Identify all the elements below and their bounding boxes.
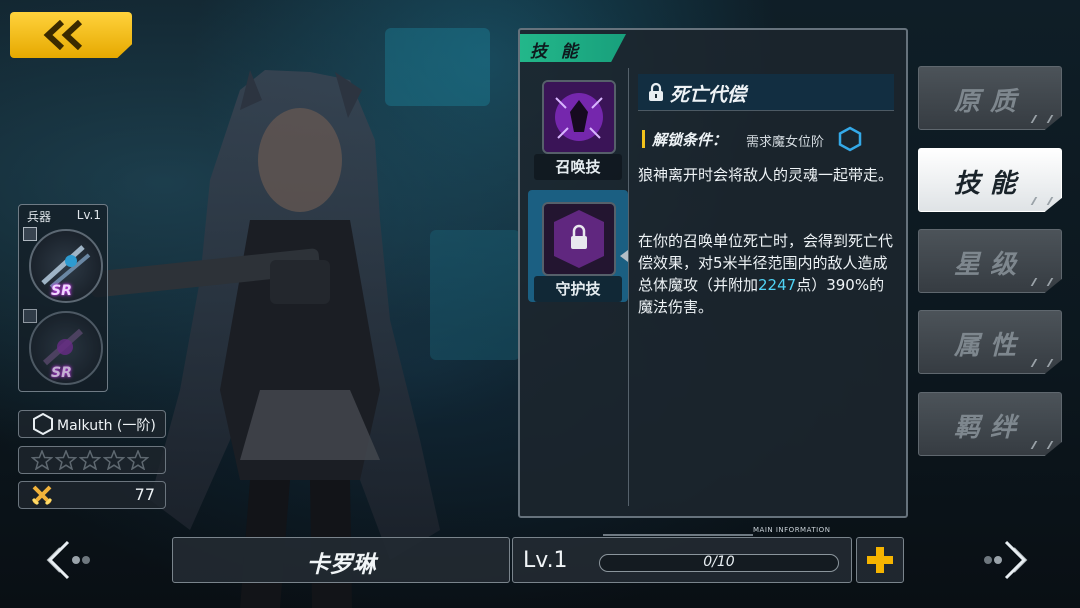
tab-label: 技能 <box>953 169 1026 199</box>
skill-detail-header: 死亡代偿 <box>638 74 894 111</box>
tab-label: 属性 <box>953 331 1026 361</box>
skill-item-guard[interactable]: 守护技 <box>528 190 628 302</box>
crossed-swords-icon <box>31 485 53 506</box>
unlock-label: 解锁条件： <box>652 131 728 149</box>
exp-bar: 0/10 <box>599 554 839 572</box>
effect-bonus-value: 2247 <box>758 276 797 294</box>
unlock-accent-bar <box>642 130 645 148</box>
tab-marks <box>1030 359 1054 367</box>
power-row: 77 <box>18 481 166 509</box>
skill-window: 技 能 召唤技 守护技 死亡代偿 解锁条件： 需求魔女位阶 狼神离开时会将敌人的… <box>518 28 908 518</box>
character-name: 卡罗琳 <box>306 552 376 578</box>
rank-text: Malkuth (一阶) <box>57 418 156 434</box>
unlock-condition: 解锁条件： 需求魔女位阶 <box>642 126 894 152</box>
level-up-button[interactable] <box>856 537 904 583</box>
skill-item-summon[interactable]: 召唤技 <box>528 68 628 180</box>
tab-label: 原质 <box>953 87 1026 117</box>
tab-attributes[interactable]: 属性 <box>918 310 1062 374</box>
star-icon <box>55 450 77 470</box>
skill-description-flavor: 狼神离开时会将敌人的灵魂一起带走。 <box>638 166 894 184</box>
tab-label: 星级 <box>953 250 1026 280</box>
hexagon-icon <box>838 126 862 152</box>
tab-marks <box>1030 115 1054 123</box>
star-icon <box>31 450 53 470</box>
tab-marks <box>1030 441 1054 449</box>
star-rating <box>29 450 149 474</box>
stars-row <box>18 446 166 474</box>
exp-text: 0/10 <box>703 554 735 570</box>
star-icon <box>103 450 125 470</box>
selected-arrow-icon <box>620 250 628 262</box>
rank-row: Malkuth (一阶) <box>18 410 166 438</box>
previous-character-button[interactable] <box>40 538 94 582</box>
tab-bonds[interactable]: 羁绊 <box>918 392 1062 456</box>
lock-icon <box>649 82 663 101</box>
weapon-panel: 兵器 Lv.1 SR SR <box>18 204 108 392</box>
skill-detail: 死亡代偿 解锁条件： 需求魔女位阶 狼神离开时会将敌人的灵魂一起带走。 在你的召… <box>638 68 894 506</box>
tab-skills[interactable]: 技能 <box>918 148 1062 212</box>
skill-name: 死亡代偿 <box>670 84 747 106</box>
tab-marks <box>1030 197 1054 205</box>
tab-essence[interactable]: 原质 <box>918 66 1062 130</box>
character-level: Lv.1 <box>523 548 568 573</box>
main-info-label: MAIN INFORMATION <box>753 526 831 534</box>
character-artwork <box>90 70 440 608</box>
divider <box>628 68 629 506</box>
hexagon-icon <box>33 413 53 435</box>
level-plate: MAIN INFORMATION Lv.1 0/10 <box>512 526 852 583</box>
tab-label: 羁绊 <box>953 413 1026 443</box>
skill-description-effect: 在你的召唤单位死亡时，会得到死亡代偿效果，对5米半径范围内的敌人造成总体魔攻（并… <box>638 230 894 318</box>
sr-badge: SR <box>51 365 72 381</box>
back-button[interactable] <box>10 12 132 58</box>
unlock-value: 需求魔女位阶 <box>746 135 825 150</box>
skill-window-title: 技 能 <box>520 34 626 62</box>
skill-window-title-text: 技 能 <box>530 42 582 62</box>
weapon-level: Lv.1 <box>76 208 101 222</box>
weapon-slot-1[interactable]: SR <box>23 227 103 303</box>
level-plate-strip <box>603 534 753 536</box>
tab-marks <box>1030 278 1054 286</box>
star-icon <box>79 450 101 470</box>
power-value: 77 <box>134 485 155 504</box>
weapon-slot-2[interactable]: SR <box>23 309 103 385</box>
skill-label-guard: 守护技 <box>555 280 601 298</box>
next-character-button[interactable] <box>980 538 1034 582</box>
plus-icon <box>867 547 893 573</box>
skill-label-summon: 召唤技 <box>555 158 601 176</box>
summon-skill-icon <box>542 80 616 154</box>
tab-stars[interactable]: 星级 <box>918 229 1062 293</box>
star-icon <box>127 450 149 470</box>
skill-list: 召唤技 守护技 <box>528 68 628 508</box>
character-name-plate: 卡罗琳 <box>172 537 510 583</box>
sr-badge: SR <box>51 283 72 299</box>
guard-skill-icon <box>542 202 616 276</box>
weapon-panel-label: 兵器 <box>27 210 52 224</box>
chevron-left-icon <box>43 20 83 50</box>
